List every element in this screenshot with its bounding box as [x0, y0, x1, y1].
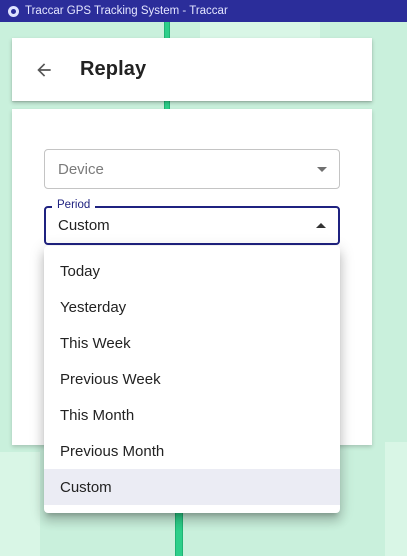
- replay-header: Replay: [12, 38, 372, 101]
- period-value: Custom: [58, 217, 110, 234]
- period-option-previous-week[interactable]: Previous Week: [44, 361, 340, 397]
- period-option-today[interactable]: Today: [44, 253, 340, 289]
- back-button[interactable]: [24, 50, 64, 90]
- period-options-menu: Today Yesterday This Week Previous Week …: [44, 246, 340, 513]
- period-option-previous-month[interactable]: Previous Month: [44, 433, 340, 469]
- period-option-this-week[interactable]: This Week: [44, 325, 340, 361]
- dropdown-arrow-up-icon: [316, 223, 326, 228]
- window-title: Traccar GPS Tracking System - Traccar: [25, 5, 228, 17]
- route-line-top: [164, 22, 170, 38]
- period-option-custom[interactable]: Custom: [44, 469, 340, 505]
- arrow-left-icon: [37, 62, 51, 77]
- device-select[interactable]: Device: [44, 149, 340, 189]
- window-titlebar: Traccar GPS Tracking System - Traccar: [0, 0, 407, 22]
- period-option-yesterday[interactable]: Yesterday: [44, 289, 340, 325]
- page-title: Replay: [80, 58, 147, 80]
- traccar-app-icon: [8, 5, 19, 17]
- period-option-this-month[interactable]: This Month: [44, 397, 340, 433]
- period-label: Period: [52, 199, 96, 212]
- route-line-bottom: [175, 512, 183, 556]
- dropdown-arrow-icon: [317, 167, 327, 172]
- device-placeholder: Device: [58, 160, 104, 178]
